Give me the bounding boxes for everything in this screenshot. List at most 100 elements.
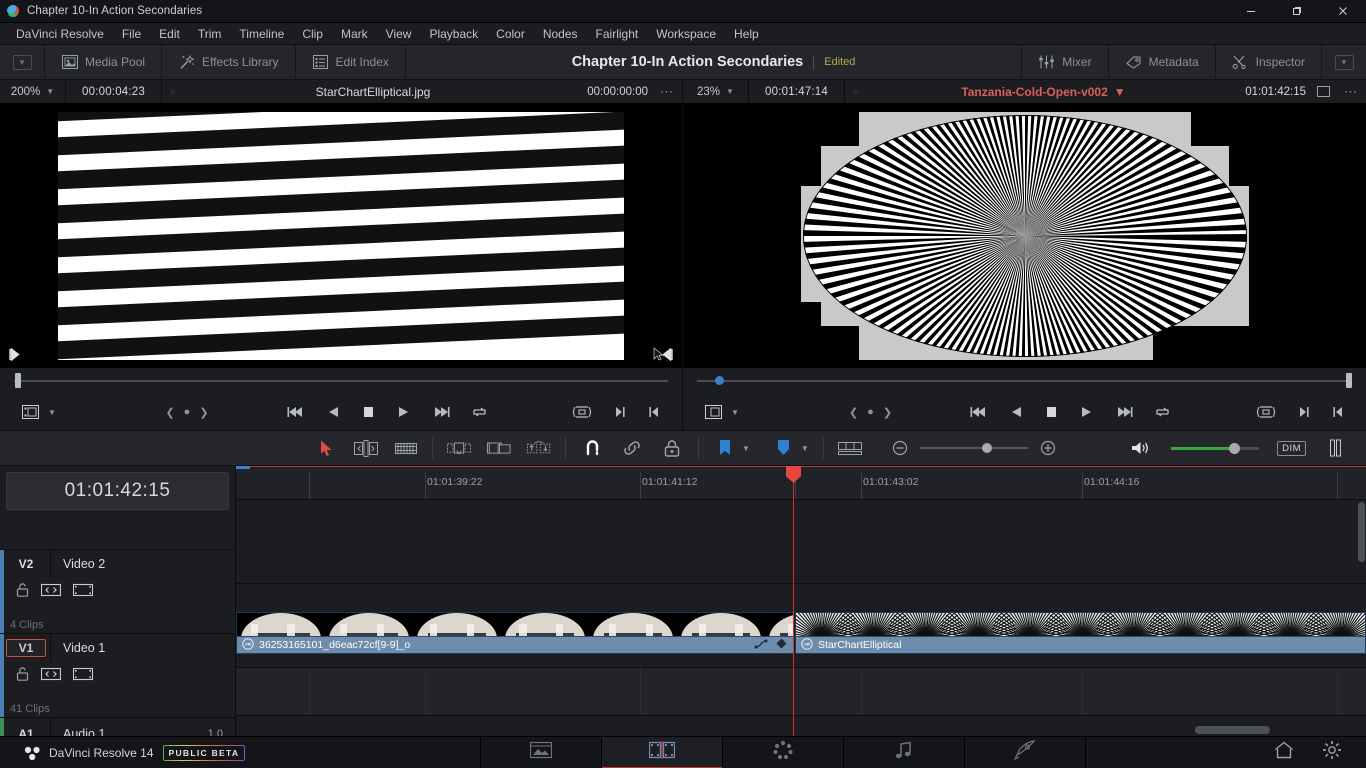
media-page-button[interactable] [481,737,601,768]
menu-item-view[interactable]: View [377,23,421,45]
unlock-icon[interactable] [16,582,29,602]
timeline-playhead-handle[interactable] [1346,373,1352,388]
dim-button[interactable]: DIM [1277,440,1306,456]
home-icon[interactable] [1274,741,1294,764]
viewer-mode-icon[interactable] [705,405,722,419]
timeline-playhead[interactable] [786,466,801,736]
close-button[interactable] [1320,0,1366,23]
menu-item-fairlight[interactable]: Fairlight [587,23,648,45]
menu-item-clip[interactable]: Clip [293,23,332,45]
scrollbar-thumb[interactable] [1195,726,1270,734]
timeline-zoom-control[interactable]: 23% ▼ [683,80,749,103]
timeline-name[interactable]: Tanzania-Cold-Open-v002 ▼ [867,85,1220,99]
menu-item-workspace[interactable]: Workspace [647,23,725,45]
marker-icon[interactable]: ● [867,406,874,418]
source-zoom-control[interactable]: 200% ▼ [0,80,66,103]
in-out-range-icon[interactable] [572,405,592,419]
play-reverse-icon[interactable] [1010,405,1023,419]
timeline-timecode-left[interactable]: 00:01:47:14 [749,80,845,103]
menu-item-nodes[interactable]: Nodes [534,23,587,45]
mark-in-icon[interactable] [1332,405,1344,419]
track-name-v2[interactable]: Video 2 [51,557,235,571]
loop-icon[interactable] [1155,405,1170,419]
auto-select-icon[interactable] [40,583,62,602]
source-viewer-image[interactable] [0,103,682,368]
timeline-clip-1[interactable]: 36253165101_d6eac72cf[9-9]_o [236,612,794,654]
safe-area-icon[interactable] [1310,86,1336,97]
settings-gear-icon[interactable] [1322,740,1342,765]
edit-page-button[interactable] [602,736,722,768]
chevron-down-icon[interactable]: ▼ [48,408,56,417]
timeline-ruler[interactable]: 01:01:39:22 01:01:41:12 01:01:43:02 01:0… [236,466,1366,500]
zoom-in-icon[interactable] [1036,437,1060,459]
track-volume-a1[interactable]: 1.0 [208,728,235,736]
timeline-track-v1[interactable]: 36253165101_d6eac72cf[9-9]_o StarChartEl… [236,584,1366,668]
source-scrubber[interactable] [0,368,682,394]
auto-select-icon[interactable] [40,667,62,686]
timeline-options-button[interactable]: ⋯ [1336,84,1366,100]
track-id-a1[interactable]: A1 [6,727,46,736]
color-page-button[interactable] [723,737,843,768]
zoom-out-icon[interactable] [888,437,912,459]
selection-mode-icon[interactable] [314,437,338,459]
volume-slider[interactable] [1171,442,1260,454]
play-reverse-icon[interactable] [327,405,340,419]
track-id-v2[interactable]: V2 [6,557,46,571]
timeline-viewer-image[interactable] [683,103,1366,368]
clip-label-1[interactable]: 36253165101_d6eac72cf[9-9]_o [237,636,793,653]
menu-item-color[interactable]: Color [487,23,534,45]
clip-label-2[interactable]: StarChartElliptical [796,636,1365,653]
inspector-button[interactable]: Inspector [1216,45,1321,80]
jump-to-end-icon[interactable] [1115,405,1133,419]
timeline-horizontal-scrollbar[interactable] [236,726,1366,734]
play-icon[interactable] [397,405,410,419]
marker-icon[interactable]: ● [184,406,191,418]
source-timecode-left[interactable]: 00:00:04:23 [66,80,162,103]
timeline-scrub-marker[interactable] [715,376,724,385]
link-clips-icon[interactable] [620,437,644,459]
play-icon[interactable] [1080,405,1093,419]
video-enable-icon[interactable] [72,583,94,602]
media-pool-button[interactable]: Media Pool [45,45,161,80]
stop-icon[interactable] [362,405,375,419]
source-mark-out-icon[interactable] [661,347,674,364]
menu-item-davinci-resolve[interactable]: DaVinci Resolve [7,23,113,45]
mark-in-icon[interactable] [648,405,660,419]
timeline-zoom-slider[interactable] [888,437,1060,459]
flag-button[interactable]: ▼ [713,437,750,459]
effects-library-button[interactable]: Effects Library [162,45,294,80]
mark-out-icon[interactable] [614,405,626,419]
deliver-page-button[interactable] [965,737,1085,768]
loop-icon[interactable] [472,405,487,419]
jump-to-end-icon[interactable] [432,405,450,419]
trim-edit-mode-icon[interactable] [354,437,378,459]
track-id-v1[interactable]: V1 [6,639,46,657]
panel-toggle-left[interactable]: ▼ [0,54,44,70]
menu-item-edit[interactable]: Edit [150,23,189,45]
jump-to-start-icon[interactable] [970,405,988,419]
menu-item-help[interactable]: Help [725,23,768,45]
timeline-track-v2[interactable] [236,500,1366,584]
source-mark-in-icon[interactable] [8,347,21,364]
overwrite-clip-icon[interactable] [487,437,511,459]
timeline-tracks-area[interactable]: 01:01:39:22 01:01:41:12 01:01:43:02 01:0… [236,466,1366,736]
metadata-button[interactable]: Metadata [1109,45,1215,80]
menu-item-timeline[interactable]: Timeline [230,23,293,45]
edit-index-button[interactable]: Edit Index [296,45,405,80]
replace-clip-icon[interactable] [527,437,551,459]
timeline-timecode-right[interactable]: 01:01:42:15 [1220,86,1310,98]
stop-icon[interactable] [1045,405,1058,419]
unlock-icon[interactable] [16,666,29,686]
jump-to-start-icon[interactable] [287,405,305,419]
source-timecode-right[interactable]: 00:00:00:00 [562,86,652,98]
timeline-clip-2[interactable]: StarChartElliptical [795,612,1366,654]
track-name-v1[interactable]: Video 1 [51,641,235,655]
track-name-a1[interactable]: Audio 1 [51,727,208,736]
audio-meters-icon[interactable] [1324,437,1348,459]
next-marker-icon[interactable]: ❯ [883,406,892,419]
insert-clip-icon[interactable] [447,437,471,459]
zoom-slider-knob[interactable] [981,443,992,453]
dynamic-trim-mode-icon[interactable] [394,437,418,459]
menu-item-mark[interactable]: Mark [332,23,377,45]
viewer-mode-icon[interactable] [22,405,39,419]
